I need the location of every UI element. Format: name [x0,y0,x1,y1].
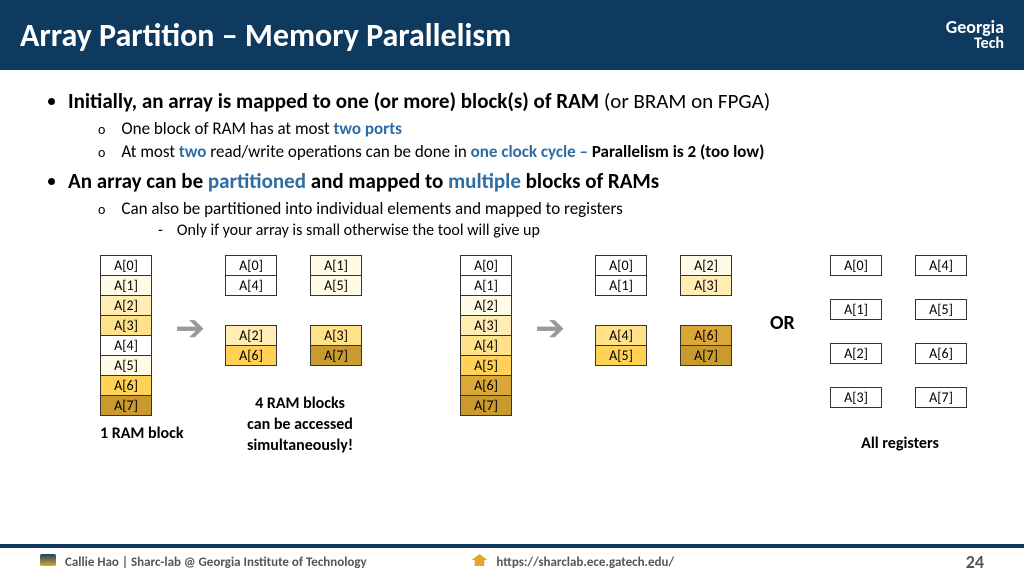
registers-col-2: A[4] A[5] A[6] A[7] [915,256,967,432]
bullet-2: An array can be partitioned and mapped t… [68,168,984,240]
bullet-1-1: One block of RAM has at most two ports [98,118,984,139]
label-1-ram: 1 RAM block [100,424,184,445]
label-all-registers: All registers [830,434,970,455]
block-ram-2: A[2] A[3] [680,256,732,296]
middle-ram-block: A[0] A[1] A[2] A[3] A[4] A[5] A[6] A[7] [460,256,512,416]
four-ram-block-1: A[0] A[4] [225,256,277,296]
bullet-2-1: Can also be partitioned into individual … [98,198,984,240]
array-partition-diagram: A[0] A[1] A[2] A[3] A[4] A[5] A[6] A[7] … [40,256,984,486]
four-ram-block-4: A[3] A[7] [310,326,362,366]
slide-body: Initially, an array is mapped to one (or… [0,70,1024,486]
registers-col-1: A[0] A[1] A[2] A[3] [830,256,882,432]
bullet-1: Initially, an array is mapped to one (or… [68,88,984,162]
page-number: 24 [966,551,984,573]
gt-icon [40,554,56,566]
footer-left: Callie Hao | Sharc-lab @ Georgia Institu… [40,554,367,570]
single-ram-block: A[0] A[1] A[2] A[3] A[4] A[5] A[6] A[7] … [100,256,184,445]
footer-url: https://sharclab.ece.gatech.edu/ [471,554,674,570]
block-ram-1: A[0] A[1] [595,256,647,296]
four-ram-block-2: A[1] A[5] [310,256,362,296]
block-ram-3: A[4] A[5] [595,326,647,366]
slide-title: Array Partition – Memory Parallelism [20,16,511,55]
four-ram-block-3: A[2] A[6] [225,326,277,366]
slide-header: Array Partition – Memory Parallelism Geo… [0,0,1024,70]
slide-footer: Callie Hao | Sharc-lab @ Georgia Institu… [0,544,1024,576]
label-4-ram: 4 RAM blocks can be accessed simultaneou… [215,394,385,456]
home-icon [471,554,487,566]
block-ram-4: A[6] A[7] [680,326,732,366]
bullet-2-1-1: Only if your array is small otherwise th… [158,221,984,240]
arrow-right-icon: ➔ [175,306,205,350]
arrow-right-icon: ➔ [535,306,565,350]
gatech-logo: Georgia Tech [946,18,1004,52]
bullet-1-2: At most two read/write operations can be… [98,141,984,162]
or-label: OR [770,311,795,335]
